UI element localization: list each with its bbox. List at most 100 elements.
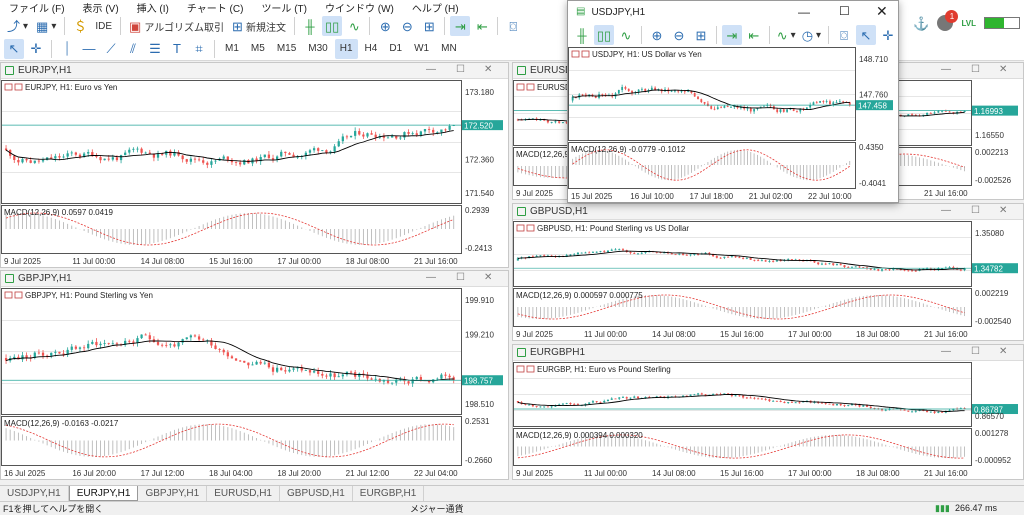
- close-icon[interactable]: ✕: [876, 3, 888, 20]
- chart-window-eurjpy[interactable]: EURJPY,H1 — ☐ ✕ 172.520 173.180 172.360 171.540…: [0, 62, 509, 268]
- candle-body: [907, 410, 910, 412]
- minimize-icon[interactable]: —: [941, 64, 951, 75]
- autoscroll-button[interactable]: ⇥: [721, 25, 742, 45]
- minimize-icon[interactable]: —: [941, 346, 951, 357]
- minimize-icon[interactable]: —: [426, 64, 436, 75]
- timeframe-h4[interactable]: H4: [360, 39, 383, 59]
- chart-eurjpy: 172.520 173.180 172.360 171.540 EURJPY, H1: …: [1, 80, 508, 267]
- minimize-icon[interactable]: —: [798, 5, 810, 19]
- new-order-button[interactable]: ⊞ 新規注文: [229, 16, 289, 36]
- tab-gbpjpyh1[interactable]: GBPJPY,H1: [138, 486, 208, 501]
- chart-window-gbpjpy[interactable]: GBPJPY,H1 — ☐ ✕ 198.757 199.910 199.210 198.510…: [0, 270, 509, 480]
- window-titlebar[interactable]: GBPJPY,H1 — ☐ ✕: [1, 271, 508, 287]
- line-button[interactable]: ∿: [616, 25, 636, 45]
- channel-button[interactable]: ⫽: [123, 39, 143, 59]
- menu-window[interactable]: ウインドウ (W): [316, 0, 403, 15]
- timeframe-m30[interactable]: M30: [303, 39, 332, 59]
- tab-eurgbph1[interactable]: EURGBP,H1: [353, 486, 425, 501]
- algo-trading-button[interactable]: ▣ アルゴリズム取引: [126, 16, 227, 36]
- zoom-in-button[interactable]: ⊕: [375, 16, 395, 36]
- timeframe-m1[interactable]: M1: [220, 39, 244, 59]
- candle-body: [448, 125, 451, 130]
- periods-button[interactable]: ◷ ▾: [800, 25, 823, 45]
- chart-shift-button[interactable]: ⇤: [744, 25, 764, 45]
- close-icon[interactable]: ✕: [999, 205, 1007, 216]
- crosshair-button[interactable]: ✛: [878, 25, 898, 45]
- candlestick-button[interactable]: ▯▯: [594, 25, 614, 45]
- zoom-in-button[interactable]: ⊕: [647, 25, 667, 45]
- text-button[interactable]: T: [167, 39, 187, 59]
- menu-chart[interactable]: チャート (C): [178, 0, 253, 15]
- maximize-icon[interactable]: ☐: [456, 272, 465, 283]
- window-titlebar[interactable]: EURJPY,H1 — ☐ ✕: [1, 63, 508, 79]
- vertical-line-button[interactable]: ⏐: [57, 39, 77, 59]
- candlestick-button[interactable]: ▯▯: [321, 16, 343, 36]
- maximize-icon[interactable]: ☐: [456, 64, 465, 75]
- candle-body: [693, 394, 696, 396]
- timeframe-h1[interactable]: H1: [334, 38, 358, 59]
- template-button[interactable]: ▦ ▾: [33, 16, 59, 36]
- fibo-button[interactable]: ☰: [145, 39, 165, 59]
- floating-chart-window[interactable]: ▤ USDJPY,H1 — ☐ ✕ ╫ ▯▯ ∿ ⊕ ⊖ ⊞ ⇥ ⇤ ∿ ▾ ◷ ▾…: [567, 0, 899, 203]
- chart-window-gbpusd[interactable]: GBPUSD,H1 — ☐ ✕ 1.34782 1.35080 GBPUSD, H1: Po…: [512, 203, 1024, 341]
- signals-icon[interactable]: ⚓: [913, 17, 929, 30]
- chart-window-eurgbp[interactable]: EURGBPH1 — ☐ ✕ 0.86787 0.86570 EURGBP, H1: Eur…: [512, 344, 1024, 480]
- autoscroll-button[interactable]: ⇥: [450, 16, 471, 36]
- time-axis-label: 21 Jul 16:00: [924, 330, 968, 339]
- timeframe-m5[interactable]: M5: [246, 39, 270, 59]
- menu-insert[interactable]: 挿入 (I): [128, 0, 178, 15]
- screenshot-button[interactable]: ⌼: [503, 16, 523, 36]
- tab-usdjpyh1[interactable]: USDJPY,H1: [0, 486, 69, 501]
- menu-help[interactable]: ヘルプ (H): [403, 0, 468, 15]
- indicators-button[interactable]: ∿ ▾: [775, 25, 798, 45]
- bar-chart-button[interactable]: ╫: [300, 16, 320, 36]
- timeframe-d1[interactable]: D1: [384, 39, 407, 59]
- candle-body: [813, 260, 816, 263]
- window-titlebar[interactable]: GBPUSD,H1 — ☐ ✕: [513, 204, 1023, 220]
- ide-button[interactable]: IDE: [92, 16, 115, 36]
- timeframe-w1[interactable]: W1: [409, 39, 434, 59]
- macd-label: MACD(12,26,9) -0.0779 -0.1012: [571, 145, 686, 154]
- bar-chart-button[interactable]: ╫: [572, 25, 592, 45]
- cursor-button[interactable]: ↖: [855, 25, 876, 45]
- screenshot-button[interactable]: ⌼: [834, 25, 854, 45]
- maximize-icon[interactable]: ☐: [839, 4, 850, 18]
- close-icon[interactable]: ✕: [484, 64, 492, 75]
- tile-button[interactable]: ⊞: [419, 16, 439, 36]
- zoom-out-button[interactable]: ⊖: [397, 16, 417, 36]
- tile-button[interactable]: ⊞: [691, 25, 711, 45]
- tab-eurjpyh1[interactable]: EURJPY,H1: [68, 486, 139, 501]
- candle-body: [177, 342, 180, 347]
- menu-file[interactable]: ファイル (F): [0, 0, 74, 15]
- maximize-icon[interactable]: ☐: [971, 205, 980, 216]
- horizontal-line-button[interactable]: —: [79, 39, 99, 59]
- tab-eurusdh1[interactable]: EURUSD,H1: [207, 486, 280, 501]
- maximize-icon[interactable]: ☐: [971, 346, 980, 357]
- close-icon[interactable]: ✕: [999, 64, 1007, 75]
- line-button[interactable]: ∿: [344, 16, 364, 36]
- timeframe-mn[interactable]: MN: [436, 39, 462, 59]
- macd-axis-label: 0.2531: [465, 417, 490, 426]
- floating-chart-area[interactable]: 147.458 148.710 147.760 USDJPY, H1: US Doll…: [568, 47, 898, 202]
- close-icon[interactable]: ✕: [999, 346, 1007, 357]
- chart-shift-button[interactable]: ⇤: [472, 16, 492, 36]
- market-button[interactable]: ＄: [70, 16, 90, 36]
- menu-tools[interactable]: ツール (T): [252, 0, 316, 15]
- shapes-button[interactable]: ⌗: [189, 39, 209, 59]
- notifications-button[interactable]: 1: [937, 10, 959, 31]
- cursor-button[interactable]: ↖: [4, 38, 24, 59]
- maximize-icon[interactable]: ☐: [971, 64, 980, 75]
- crosshair-button[interactable]: ✛: [26, 39, 46, 59]
- window-titlebar[interactable]: EURGBPH1 — ☐ ✕: [513, 345, 1023, 361]
- floating-window-titlebar[interactable]: ▤ USDJPY,H1 — ☐ ✕: [568, 1, 898, 23]
- tab-gbpusdh1[interactable]: GBPUSD,H1: [280, 486, 353, 501]
- zoom-out-button[interactable]: ⊖: [669, 25, 689, 45]
- menu-view[interactable]: 表示 (V): [74, 0, 128, 15]
- minimize-icon[interactable]: —: [426, 272, 436, 283]
- chart-type-button[interactable]: ⤴ ▾: [4, 16, 31, 36]
- candle-body: [757, 398, 760, 400]
- timeframe-m15[interactable]: M15: [272, 39, 301, 59]
- minimize-icon[interactable]: —: [941, 205, 951, 216]
- trendline-button[interactable]: ⟋: [101, 39, 121, 59]
- close-icon[interactable]: ✕: [484, 272, 492, 283]
